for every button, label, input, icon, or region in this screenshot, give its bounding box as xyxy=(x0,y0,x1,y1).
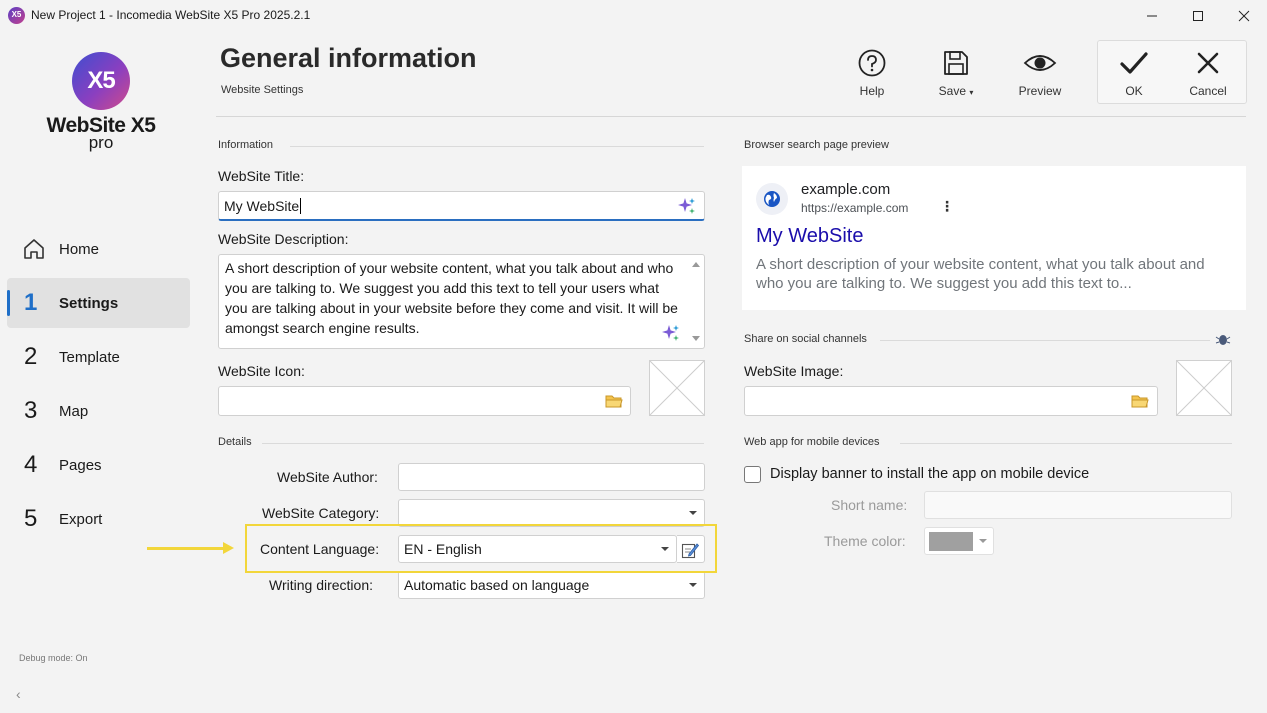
preview-title: My WebSite xyxy=(756,225,864,247)
window-title: New Project 1 - Incomedia WebSite X5 Pro… xyxy=(31,8,311,22)
step-number: 5 xyxy=(24,505,38,532)
minimize-button[interactable] xyxy=(1129,0,1175,32)
section-social: Share on social channels xyxy=(744,333,867,345)
help-icon xyxy=(858,49,886,77)
chevron-down-icon xyxy=(689,511,697,515)
maximize-icon xyxy=(1193,11,1203,21)
sidebar-item-home[interactable]: Home xyxy=(7,224,190,274)
display-banner-label: Display banner to install the app on mob… xyxy=(770,466,1090,482)
chevron-down-icon xyxy=(689,583,697,587)
more-vert-icon: ⋮ xyxy=(940,198,954,214)
section-details: Details xyxy=(218,436,252,448)
section-search-preview: Browser search page preview xyxy=(744,139,889,151)
step-number: 2 xyxy=(24,343,38,370)
sidebar-item-export[interactable]: 5 Export xyxy=(7,494,190,544)
step-number: 3 xyxy=(24,397,38,424)
pointer-arrow xyxy=(147,547,225,550)
image-placeholder-icon xyxy=(649,360,705,416)
sidebar-item-label: Pages xyxy=(59,457,102,474)
sidebar-item-label: Export xyxy=(59,511,103,528)
website-icon-input[interactable] xyxy=(218,386,631,416)
search-preview-card: example.com https://example.com ⋮ My Web… xyxy=(742,166,1246,310)
logo-edition: pro xyxy=(88,133,114,152)
display-banner-checkbox[interactable] xyxy=(744,466,761,483)
title-bar: X5 New Project 1 - Incomedia WebSite X5 … xyxy=(0,0,1267,32)
scroll-up-icon xyxy=(692,262,700,267)
bug-icon[interactable] xyxy=(1215,332,1231,346)
image-placeholder-icon xyxy=(1176,360,1232,416)
home-icon xyxy=(24,239,44,259)
sidebar-item-label: Home xyxy=(59,241,100,258)
highlight-box xyxy=(245,524,717,573)
website-category-select[interactable] xyxy=(398,499,705,527)
website-description-input[interactable]: A short description of your website cont… xyxy=(218,254,705,349)
short-name-input[interactable] xyxy=(924,491,1232,519)
sidebar-item-settings[interactable]: 1 Settings xyxy=(7,278,190,328)
step-number: 1 xyxy=(24,289,38,316)
save-icon xyxy=(944,51,968,75)
scroll-down-icon xyxy=(692,336,700,341)
sidebar-item-map[interactable]: 3 Map xyxy=(7,386,190,436)
save-button[interactable]: Save ▾ xyxy=(926,46,986,98)
close-window-button[interactable] xyxy=(1221,0,1267,32)
sidebar-item-label: Template xyxy=(59,349,120,366)
sidebar-item-label: Settings xyxy=(59,295,119,312)
arrow-right-icon xyxy=(223,542,234,554)
app-logo: X5 xyxy=(72,52,130,110)
website-title-label: WebSite Title: xyxy=(218,168,305,184)
sidebar-item-template[interactable]: 2 Template xyxy=(7,332,190,382)
minimize-icon xyxy=(1147,15,1157,17)
cancel-x-icon xyxy=(1197,52,1219,74)
writing-direction-select[interactable]: Automatic based on language xyxy=(398,571,705,599)
cancel-button[interactable]: Cancel xyxy=(1178,46,1238,98)
theme-color-picker[interactable] xyxy=(924,527,994,555)
chevron-down-icon xyxy=(979,539,987,543)
short-name-label: Short name: xyxy=(831,497,908,513)
eye-icon xyxy=(1023,55,1057,71)
section-information: Information xyxy=(218,139,274,151)
preview-button[interactable]: Preview xyxy=(1010,46,1070,98)
maximize-button[interactable] xyxy=(1175,0,1221,32)
check-icon xyxy=(1120,52,1148,74)
website-image-input[interactable] xyxy=(744,386,1158,416)
close-icon xyxy=(1238,10,1250,22)
globe-icon xyxy=(756,183,788,215)
theme-color-label: Theme color: xyxy=(824,533,906,549)
description-scrollbar[interactable] xyxy=(689,256,703,347)
website-category-label: WebSite Category: xyxy=(262,505,380,521)
website-image-label: WebSite Image: xyxy=(744,363,844,379)
preview-description: A short description of your website cont… xyxy=(756,256,1205,292)
debug-mode-label: Debug mode: On xyxy=(19,653,88,663)
header-divider xyxy=(216,116,1246,117)
step-number: 4 xyxy=(24,451,38,478)
website-icon-preview[interactable] xyxy=(649,360,705,416)
page-title: General information xyxy=(220,43,477,73)
website-description-label: WebSite Description: xyxy=(218,231,349,247)
writing-direction-label: Writing direction: xyxy=(269,577,374,593)
help-button[interactable]: Help xyxy=(842,46,902,98)
sidebar-item-label: Map xyxy=(59,403,89,420)
ok-button[interactable]: OK xyxy=(1104,46,1164,98)
section-web-app: Web app for mobile devices xyxy=(744,436,880,448)
ai-sparkle-icon[interactable] xyxy=(662,324,680,342)
chevron-down-icon: ▾ xyxy=(969,88,974,97)
website-author-input[interactable] xyxy=(398,463,705,491)
website-image-preview[interactable] xyxy=(1176,360,1232,416)
website-title-input[interactable]: My WebSite xyxy=(218,191,705,221)
website-icon-label: WebSite Icon: xyxy=(218,363,305,379)
collapse-sidebar-button[interactable]: ‹ xyxy=(16,686,21,702)
app-icon: X5 xyxy=(8,7,25,24)
ai-sparkle-icon[interactable] xyxy=(678,197,696,215)
website-author-label: WebSite Author: xyxy=(277,469,378,485)
preview-url: https://example.com xyxy=(801,201,909,215)
preview-domain: example.com xyxy=(801,181,891,198)
folder-icon[interactable] xyxy=(605,393,623,409)
page-subtitle: Website Settings xyxy=(221,84,304,96)
color-swatch xyxy=(929,532,973,551)
sidebar-item-pages[interactable]: 4 Pages xyxy=(7,440,190,490)
folder-icon[interactable] xyxy=(1131,393,1149,409)
